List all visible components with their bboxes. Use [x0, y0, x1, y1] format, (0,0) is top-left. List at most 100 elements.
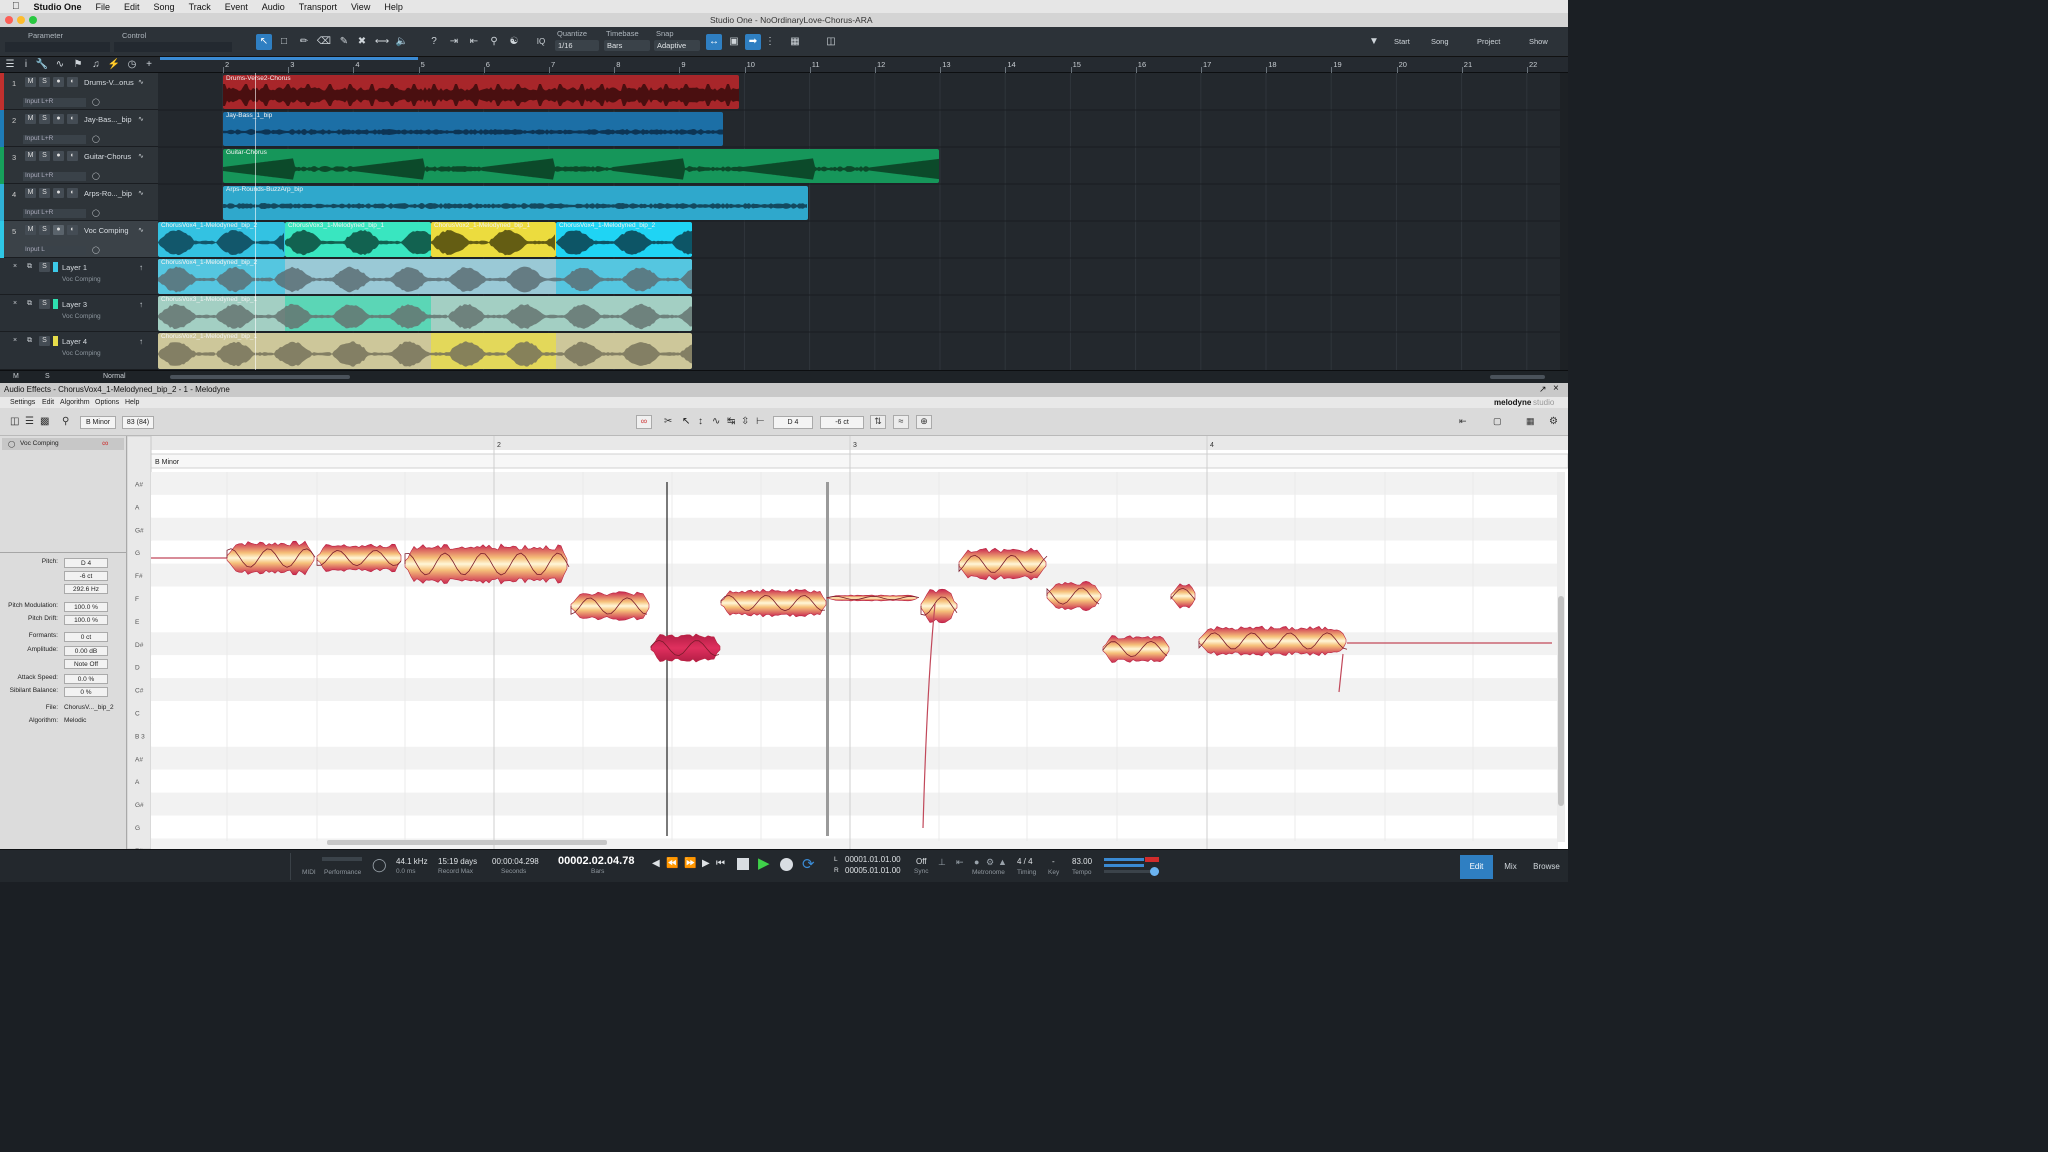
monitor-toggle-icon[interactable]: ◯: [92, 209, 100, 217]
vertical-scrollbar[interactable]: [1560, 73, 1568, 370]
preroll-icon[interactable]: ⇤: [956, 857, 964, 868]
menu-audio[interactable]: Audio: [255, 2, 292, 12]
groove-icon[interactable]: ☯: [506, 34, 522, 50]
bend-tool-icon[interactable]: ⟷: [374, 34, 390, 50]
key-field[interactable]: B Minor: [80, 416, 116, 429]
separation-tool-icon[interactable]: ⊢: [756, 416, 765, 427]
mel-menu-settings[interactable]: Settings: [10, 399, 35, 406]
menu-song[interactable]: Song: [147, 2, 182, 12]
volume-knob[interactable]: [1150, 867, 1159, 876]
track-name[interactable]: Guitar-Chorus: [84, 152, 131, 161]
track-name[interactable]: Voc Comping: [84, 226, 129, 235]
track-input-select[interactable]: Input L+R: [23, 209, 86, 218]
solo-button[interactable]: S: [39, 114, 50, 124]
main-tool-icon[interactable]: ↖: [682, 416, 690, 427]
zoom-slider[interactable]: [1490, 375, 1545, 379]
close-layer-icon[interactable]: ×: [13, 263, 17, 270]
play-icon[interactable]: ▶: [758, 854, 770, 872]
sibilant-field[interactable]: 0 %: [64, 687, 108, 697]
grid-icon[interactable]: ▦: [1526, 416, 1535, 427]
return-zero-icon[interactable]: ⏮: [716, 858, 725, 869]
melodyne-note-editor[interactable]: A#AG#GF#FED#DC#CB 3A#AG#GF#234B Minor: [127, 436, 1568, 849]
gear-icon[interactable]: ⚙: [1549, 416, 1558, 427]
track-row-5[interactable]: 5 M S ● ◐ Voc Comping ∿ Input L ◯: [0, 221, 158, 258]
clip-voc-comp-2[interactable]: ChorusVox3_1-Melodyned_bip_1: [285, 222, 431, 257]
click-icon[interactable]: ●: [974, 857, 979, 867]
wrench-icon[interactable]: 🔧: [34, 57, 50, 73]
footer-solo[interactable]: S: [45, 373, 50, 380]
menu-edit[interactable]: Edit: [117, 2, 147, 12]
layer-solo-button[interactable]: S: [39, 299, 50, 309]
note-blob[interactable]: [1102, 635, 1170, 663]
channel-icon[interactable]: ⚡: [106, 57, 122, 73]
control-select[interactable]: [114, 42, 232, 52]
amplitude-tool-icon[interactable]: ⇳: [741, 416, 749, 427]
track-input-select[interactable]: Input L+R: [23, 98, 86, 107]
duplicate-layer-icon[interactable]: ⧉: [27, 300, 32, 308]
solo-button[interactable]: S: [39, 225, 50, 235]
close-layer-icon[interactable]: ×: [13, 337, 17, 344]
browse-view-button[interactable]: Browse: [1530, 855, 1563, 879]
quantize-select[interactable]: 1/16: [555, 40, 599, 51]
menu-icon[interactable]: ☰: [2, 57, 18, 73]
paint-tool-icon[interactable]: ✎: [336, 34, 352, 50]
mel-menu-edit[interactable]: Edit: [42, 399, 54, 406]
mel-menu-options[interactable]: Options: [95, 399, 119, 406]
folder-icon[interactable]: ⚑: [70, 57, 86, 73]
close-window-button[interactable]: [5, 16, 13, 24]
track-row-1[interactable]: 1 M S ● ◐ Drums-V...orus ∿ Input L+R ◯: [0, 73, 158, 110]
menu-event[interactable]: Event: [218, 2, 255, 12]
snap-grid-icon[interactable]: ▣: [726, 34, 742, 50]
song-button[interactable]: Song: [1431, 37, 1449, 46]
duplicate-layer-icon[interactable]: ⧉: [27, 263, 32, 271]
close-layer-icon[interactable]: ×: [13, 300, 17, 307]
monitor-toggle-icon[interactable]: ◯: [92, 172, 100, 180]
mel-menu-help[interactable]: Help: [125, 399, 139, 406]
scissors-icon[interactable]: ✂: [664, 416, 672, 427]
note-blob[interactable]: [720, 588, 827, 618]
pitch-value-field[interactable]: D 4: [773, 416, 813, 429]
project-button[interactable]: Project: [1477, 37, 1500, 46]
note-blob[interactable]: [1198, 625, 1347, 657]
metronome-settings-icon[interactable]: ⚙: [986, 857, 994, 868]
automation-icon[interactable]: ∿: [52, 57, 68, 73]
clip-bass[interactable]: Jay-Bass_1_bip: [223, 112, 723, 146]
menu-transport[interactable]: Transport: [292, 2, 344, 12]
link-track-icon[interactable]: ∞: [102, 438, 108, 448]
center-icon[interactable]: ⊕: [916, 415, 932, 429]
layout-icon[interactable]: ▦: [787, 34, 803, 50]
clip-layer-1[interactable]: ChorusVox4_1-Melodyned_bip_2: [158, 259, 692, 294]
listen-tool-icon[interactable]: 🔈: [394, 34, 410, 50]
fx-icon[interactable]: ♫: [88, 57, 104, 73]
clipboard-icon[interactable]: ◫: [823, 34, 839, 50]
timeline-ruler[interactable]: ☰ i 🔧 ∿ ⚑ ♫ ⚡ ◷ + 2 3 4 5 6 7 8 9 10 11 12 13 14 15 16…: [0, 57, 1568, 73]
layer-name[interactable]: Layer 4: [62, 337, 87, 346]
forward-end-icon[interactable]: ▶: [702, 858, 710, 869]
eraser-tool-icon[interactable]: ⌫: [316, 34, 332, 50]
add-track-icon[interactable]: +: [141, 57, 157, 73]
show-button[interactable]: Show: [1529, 37, 1548, 46]
key-value[interactable]: -: [1052, 857, 1055, 866]
track-input-select[interactable]: Input L: [23, 246, 86, 255]
download-icon[interactable]: ▼: [1366, 34, 1382, 50]
snap-toggle-icon[interactable]: ↔: [706, 34, 722, 50]
promote-layer-icon[interactable]: ↑: [139, 263, 143, 272]
clip-arps[interactable]: Arps-Rounds-BuzzArp_bip: [223, 186, 808, 220]
pitch-field[interactable]: D 4: [64, 558, 108, 568]
bars-position[interactable]: 00002.02.04.78: [558, 855, 634, 867]
playhead[interactable]: [255, 73, 256, 370]
nudge-icon[interactable]: ⇥: [446, 34, 462, 50]
monitor-toggle-icon[interactable]: ◯: [92, 246, 100, 254]
clip-voc-comp-4[interactable]: ChorusVox4_1-Melodyned_bip_2: [556, 222, 692, 257]
cents-value-field[interactable]: -6 ct: [820, 416, 864, 429]
promote-layer-icon[interactable]: ↑: [139, 300, 143, 309]
menu-help[interactable]: Help: [377, 2, 410, 12]
track-row-4[interactable]: 4 M S ● ◐ Arps-Ro..._bip ∿ Input L+R ◯: [0, 184, 158, 221]
layer-name[interactable]: Layer 3: [62, 300, 87, 309]
note-editor-canvas[interactable]: A#AG#GF#FED#DC#CB 3A#AG#GF#234B Minor: [127, 436, 1568, 849]
loop-range[interactable]: [160, 57, 418, 60]
zoom-window-button[interactable]: [29, 16, 37, 24]
attack-field[interactable]: 0.0 %: [64, 674, 108, 684]
footer-mode-select[interactable]: Normal: [103, 373, 126, 380]
stop-icon[interactable]: [737, 858, 749, 870]
